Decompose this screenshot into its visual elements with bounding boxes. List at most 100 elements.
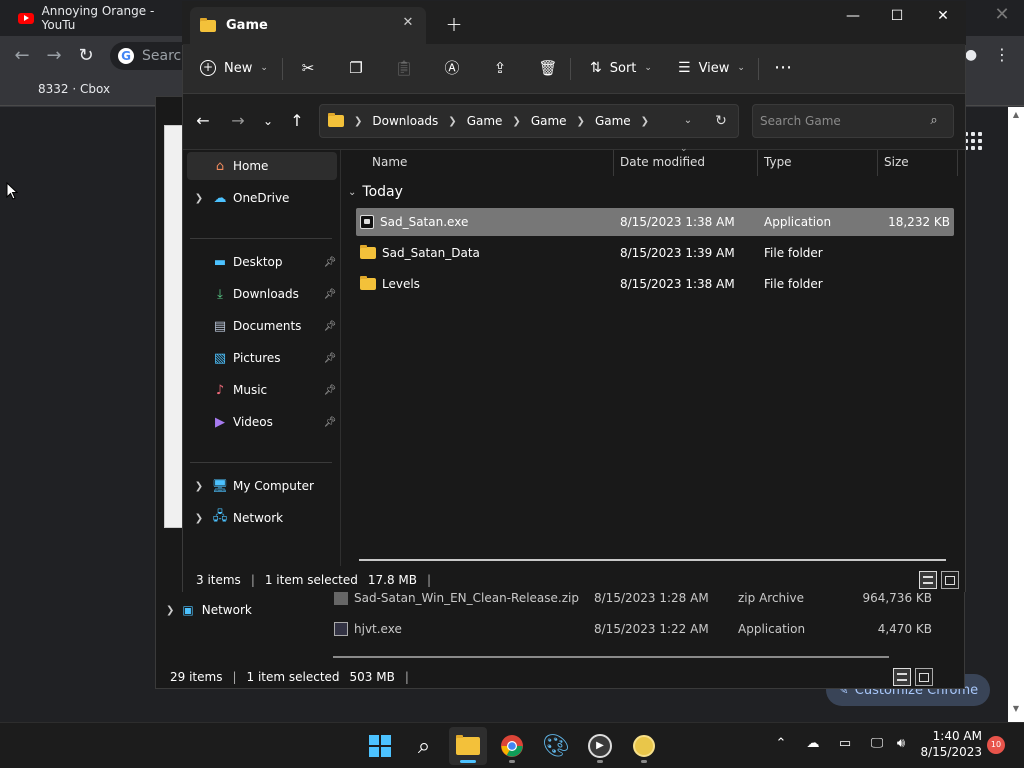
breadcrumb-item[interactable]: Game — [595, 114, 631, 128]
back-arrow-icon[interactable]: ← — [191, 108, 215, 134]
sidebar-item-videos[interactable]: ▶ Videos 📌︎ — [187, 408, 337, 436]
explorer-tab[interactable]: Game — [190, 7, 426, 44]
breadcrumb-item[interactable]: Game — [467, 114, 503, 128]
cut-icon[interactable]: ✂ — [296, 56, 320, 80]
apps-grid-icon[interactable] — [964, 132, 982, 150]
start-button[interactable] — [361, 727, 399, 765]
column-divider[interactable] — [757, 150, 758, 176]
paste-icon[interactable]: 📋︎ — [392, 56, 416, 80]
chevron-right-icon[interactable]: ❯ — [187, 513, 211, 524]
battery-icon[interactable]: ▭ — [834, 734, 856, 754]
rename-icon[interactable]: Ⓐ — [440, 56, 464, 80]
copy-icon[interactable]: ❐ — [344, 56, 368, 80]
address-dropdown-icon[interactable]: ⌄ — [678, 110, 698, 132]
sidebar-item-downloads[interactable]: ⤓ Downloads 📌︎ — [187, 280, 337, 308]
address-bar[interactable]: ❯ Downloads ❯ Game ❯ Game ❯ Game ❯ — [319, 104, 739, 138]
mouse-cursor-icon — [6, 182, 18, 200]
divider — [190, 462, 332, 463]
file-row[interactable]: Sad_Satan_Data 8/15/2023 1:39 AM File fo… — [356, 239, 954, 267]
chrome-close-icon[interactable]: ✕ — [990, 4, 1014, 28]
sidebar-item-desktop[interactable]: ▬ Desktop 📌︎ — [187, 248, 337, 276]
breadcrumb-item[interactable]: Downloads — [372, 114, 438, 128]
scroll-down-icon[interactable]: ▼ — [1008, 704, 1024, 718]
status-size: 17.8 MB — [367, 573, 418, 587]
tiles-view-button[interactable] — [915, 668, 933, 686]
more-options-icon[interactable]: ⋯ — [771, 56, 795, 80]
refresh-icon[interactable]: ↻ — [710, 110, 732, 132]
forward-arrow-icon[interactable]: → — [42, 44, 66, 68]
download-icon: ⤓ — [217, 286, 223, 302]
tiles-view-button[interactable] — [941, 571, 959, 589]
chevron-down-icon: ⌄ — [644, 63, 652, 73]
view-button[interactable]: ☰ View ⌄ — [678, 54, 745, 82]
column-divider[interactable] — [877, 150, 878, 176]
file-row[interactable]: Levels 8/15/2023 1:38 AM File folder — [356, 270, 954, 298]
chrome-menu-icon[interactable]: ⋮ — [992, 44, 1012, 66]
column-header-size[interactable]: Size — [884, 152, 909, 172]
exe-icon — [360, 215, 374, 229]
bg-status-bar: 29 items | 1 item selected 503 MB | — [170, 670, 409, 684]
sidebar-item-pictures[interactable]: ▧ Pictures 📌︎ — [187, 344, 337, 372]
bg-horizontal-scrollbar[interactable] — [333, 656, 889, 658]
view-lines-icon: ☰ — [678, 60, 691, 76]
minimize-icon[interactable]: — — [830, 2, 876, 30]
sidebar-item-music[interactable]: ♪ Music 📌︎ — [187, 376, 337, 404]
up-arrow-icon[interactable]: ↑ — [285, 108, 309, 134]
forward-arrow-icon[interactable]: → — [226, 108, 250, 134]
search-taskbar-icon[interactable]: ⌕ — [405, 727, 443, 765]
table-row[interactable]: hjvt.exe 8/15/2023 1:22 AM Application 4… — [330, 613, 942, 644]
new-button[interactable]: + New ⌄ — [200, 54, 268, 82]
breadcrumb-item[interactable]: Game — [531, 114, 567, 128]
column-divider[interactable] — [957, 150, 958, 176]
sidebar-item-my-computer[interactable]: ❯ 🖥︎ My Computer — [187, 472, 337, 500]
column-header-name[interactable]: Name — [372, 152, 407, 172]
sidebar-item-network[interactable]: ❯ 🖧 Network — [187, 504, 337, 532]
notification-badge[interactable]: 10 — [987, 736, 1005, 754]
onedrive-offline-icon[interactable]: ☁ — [802, 734, 824, 754]
search-input[interactable] — [760, 112, 920, 130]
chevron-right-icon[interactable]: ❯ — [187, 481, 211, 492]
reload-icon[interactable]: ↻ — [74, 44, 98, 68]
group-header-today[interactable]: ⌄ Today — [348, 184, 403, 200]
maximize-icon[interactable]: ☐ — [874, 2, 920, 30]
details-view-button[interactable] — [893, 668, 911, 686]
sort-button[interactable]: ⇅ Sort ⌄ — [590, 54, 652, 82]
explorer-tab-title: Game — [226, 18, 268, 33]
tab-close-icon[interactable]: ✕ — [398, 13, 418, 33]
file-row[interactable]: Sad_Satan.exe 8/15/2023 1:38 AM Applicat… — [356, 208, 954, 236]
column-header-type[interactable]: Type — [764, 152, 792, 172]
horizontal-scrollbar[interactable] — [359, 559, 946, 561]
paint-taskbar-icon[interactable]: 🎨︎ — [537, 727, 575, 765]
network-tray-icon[interactable]: 🖵︎ — [866, 734, 888, 754]
bookmark-item[interactable]: 8332 · Cbox — [38, 82, 110, 96]
chrome-scrollbar[interactable] — [1008, 107, 1024, 722]
back-arrow-icon[interactable]: ← — [10, 44, 34, 68]
divider — [282, 58, 283, 80]
sidebar-item-onedrive[interactable]: ❯ ☁ OneDrive — [187, 184, 337, 212]
details-view-button[interactable] — [919, 571, 937, 589]
network-icon: ▣ — [182, 603, 194, 617]
running-indicator — [641, 760, 647, 763]
scroll-up-icon[interactable]: ▲ — [1008, 110, 1024, 124]
delete-icon[interactable]: 🗑︎ — [536, 56, 560, 80]
volume-icon[interactable]: 🔊︎ — [890, 734, 912, 754]
running-indicator — [597, 760, 603, 763]
divider — [758, 58, 759, 80]
pin-icon: 📌︎ — [323, 416, 337, 428]
share-icon[interactable]: ⇪ — [488, 56, 512, 80]
column-divider[interactable] — [613, 150, 614, 176]
search-icon[interactable]: ⌕ — [924, 110, 944, 132]
column-header-date[interactable]: Date modified — [620, 152, 705, 172]
chevron-right-icon[interactable]: ❯ — [187, 193, 211, 204]
chrome-tab[interactable]: Annoying Orange - YouTu — [8, 2, 188, 34]
show-hidden-icons-icon[interactable]: ⌃ — [770, 734, 792, 754]
chevron-down-icon: ⌄ — [260, 63, 268, 73]
new-tab-icon[interactable]: + — [442, 12, 466, 36]
sidebar-item-documents[interactable]: ▤ Documents 📌︎ — [187, 312, 337, 340]
recent-locations-icon[interactable]: ⌄ — [256, 108, 280, 134]
close-icon[interactable]: ✕ — [920, 2, 966, 30]
bg-sidebar-item-network[interactable]: ❯ ▣ Network — [166, 603, 252, 617]
sidebar-item-home[interactable]: ⌂ Home — [187, 152, 337, 180]
clock-date: 8/15/2023 — [920, 745, 982, 759]
clock[interactable]: 1:40 AM 8/15/2023 — [912, 728, 982, 760]
